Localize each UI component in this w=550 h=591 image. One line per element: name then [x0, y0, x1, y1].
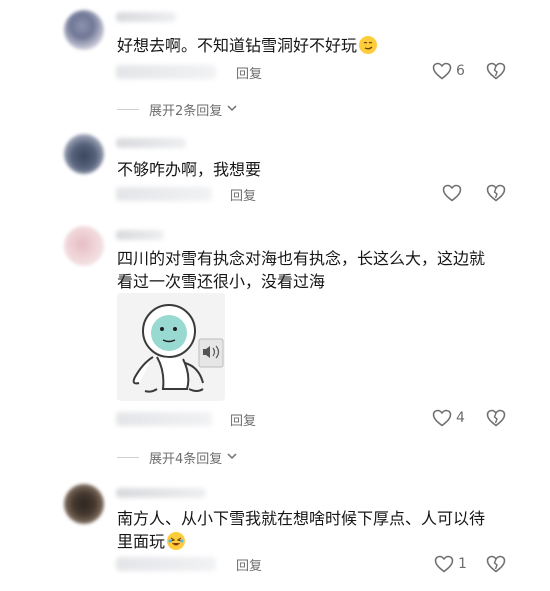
avatar[interactable]	[64, 134, 104, 174]
expand-replies-button[interactable]: 展开4条回复	[117, 448, 238, 467]
chevron-down-icon	[226, 102, 238, 117]
timestamp-blurred	[116, 557, 216, 571]
expand-label: 展开2条回复	[149, 104, 223, 119]
expand-replies-button[interactable]: 展开2条回复	[117, 100, 238, 119]
avatar[interactable]	[64, 484, 104, 524]
broken-heart-icon	[486, 555, 506, 573]
comment-text-line2: 里面玩	[117, 530, 186, 554]
like-count: 4	[456, 410, 465, 426]
comment-text-line1: 南方人、从小下雪我就在想啥时候下厚点、人可以待	[117, 509, 486, 528]
comment-text: 不够咋办啊，我想要	[117, 160, 262, 179]
timestamp-blurred	[116, 412, 212, 426]
comment-text: 好想去啊。不知道钻雪洞好不好玩	[117, 34, 378, 58]
like-count: 1	[458, 556, 467, 572]
like-button[interactable]: 1	[434, 555, 467, 573]
like-button[interactable]: 6	[432, 62, 465, 80]
reply-button[interactable]: 回复	[236, 555, 262, 574]
heart-outline-icon	[432, 62, 452, 80]
divider-line	[117, 109, 139, 110]
broken-heart-icon	[486, 62, 506, 80]
broken-heart-icon	[486, 184, 506, 202]
username-blurred[interactable]	[116, 12, 176, 22]
expand-label: 展开4条回复	[149, 452, 223, 467]
like-button[interactable]	[442, 184, 462, 202]
heart-outline-icon	[442, 184, 462, 202]
meme-figure-icon	[117, 293, 225, 401]
broken-heart-icon	[486, 409, 506, 427]
reply-button[interactable]: 回复	[236, 63, 262, 82]
dislike-button[interactable]	[486, 409, 506, 427]
avatar[interactable]	[64, 226, 104, 266]
comment-text-line1: 四川的对雪有执念对海也有执念，长这么大，这边就	[117, 249, 486, 268]
sticker-image[interactable]	[117, 293, 225, 401]
like-count: 6	[456, 63, 465, 79]
timestamp-blurred	[116, 187, 212, 201]
avatar[interactable]	[64, 10, 104, 50]
divider-line	[117, 457, 139, 458]
dislike-button[interactable]	[486, 555, 506, 573]
dislike-button[interactable]	[486, 184, 506, 202]
username-blurred[interactable]	[116, 230, 164, 240]
username-blurred[interactable]	[116, 138, 186, 148]
dislike-button[interactable]	[486, 62, 506, 80]
heart-outline-icon	[432, 409, 452, 427]
comment-text-line2: 看过一次雪还很小，没看过海	[117, 272, 326, 291]
smirk-emoji-icon	[359, 36, 378, 54]
chevron-down-icon	[226, 450, 238, 465]
heart-outline-icon	[434, 555, 454, 573]
timestamp-blurred	[116, 65, 216, 79]
laughing-emoji-icon	[167, 532, 186, 550]
reply-button[interactable]: 回复	[230, 185, 256, 204]
like-button[interactable]: 4	[432, 409, 465, 427]
reply-button[interactable]: 回复	[230, 410, 256, 429]
username-blurred[interactable]	[116, 488, 206, 498]
